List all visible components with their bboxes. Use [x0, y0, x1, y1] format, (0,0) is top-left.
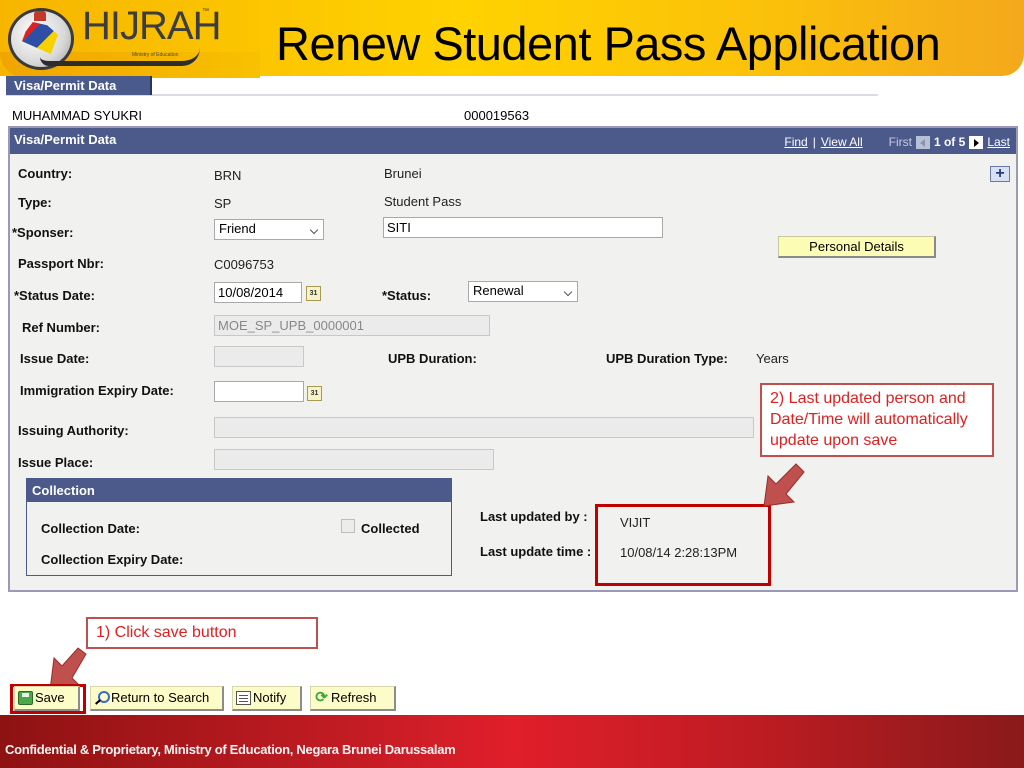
- status-select[interactable]: Renewal: [468, 281, 578, 302]
- row-navigation: Find | View All First 1 of 5 Last: [784, 135, 1010, 149]
- save-icon: [18, 691, 33, 705]
- sponser-name-input[interactable]: [383, 217, 663, 238]
- collection-expiry-label: Collection Expiry Date:: [41, 552, 184, 567]
- issuing-authority-input: [214, 417, 754, 438]
- row-count: 1 of 5: [933, 135, 966, 149]
- type-name: Student Pass: [384, 194, 462, 209]
- nav-separator: |: [812, 135, 816, 149]
- header-banner: HIJRAH ™ Ministry of Education Renew Stu…: [0, 0, 1024, 78]
- chevron-down-icon: [563, 287, 573, 297]
- issue-date-label: Issue Date:: [20, 351, 90, 366]
- annotation-arrow-2-icon: [763, 463, 805, 507]
- country-code: BRN: [214, 168, 242, 183]
- type-label: Type:: [18, 195, 52, 210]
- chevron-down-icon: [309, 225, 319, 235]
- immigration-expiry-label: Immigration Expiry Date:: [20, 383, 174, 398]
- calendar-icon[interactable]: 31: [307, 386, 322, 401]
- hijrah-logo: HIJRAH ™ Ministry of Education: [4, 2, 221, 74]
- sponser-selected: Friend: [219, 221, 256, 236]
- logo-trademark: ™: [202, 8, 209, 15]
- country-label: Country:: [18, 166, 73, 181]
- issue-place-input: [214, 449, 494, 470]
- type-code: SP: [214, 196, 232, 211]
- audit-highlight-box: [595, 504, 771, 586]
- previous-arrow-icon[interactable]: [915, 135, 930, 149]
- collected-checkbox[interactable]: [341, 519, 355, 533]
- issuing-authority-label: Issuing Authority:: [18, 423, 129, 438]
- ref-number-label: Ref Number:: [22, 320, 101, 335]
- logo-text: HIJRAH: [82, 4, 221, 48]
- find-link[interactable]: Find: [784, 135, 807, 149]
- sponser-label: *Sponser:: [12, 225, 74, 240]
- visa-permit-panel: Visa/Permit Data Find | View All First 1…: [8, 126, 1018, 592]
- last-updated-by-label: Last updated by :: [480, 509, 588, 524]
- panel-header: Visa/Permit Data Find | View All First 1…: [10, 128, 1016, 154]
- tab-strip: Visa/Permit Data: [6, 76, 878, 96]
- first-label: First: [888, 135, 912, 149]
- collection-group: Collection Collection Date: Collected Co…: [26, 478, 452, 576]
- crest-icon: [34, 11, 46, 21]
- passport-value: C0096753: [214, 257, 274, 272]
- personal-details-button[interactable]: Personal Details: [778, 236, 936, 258]
- footer-bar: Confidential & Proprietary, Ministry of …: [0, 715, 1024, 768]
- last-link[interactable]: Last: [987, 135, 1010, 149]
- return-to-search-button[interactable]: Return to Search: [90, 686, 224, 711]
- annotation-note-2: 2) Last updated person and Date/Time wil…: [760, 383, 994, 457]
- passport-label: Passport Nbr:: [18, 256, 104, 271]
- status-label: *Status:: [382, 288, 432, 303]
- view-all-link[interactable]: View All: [821, 135, 863, 149]
- status-date-label: *Status Date:: [14, 288, 95, 303]
- ref-number-input: [214, 315, 490, 336]
- upb-duration-type-label: UPB Duration Type:: [606, 351, 728, 366]
- calendar-icon[interactable]: 31: [306, 286, 321, 301]
- add-row-button[interactable]: +: [990, 166, 1010, 182]
- refresh-icon: ⟳: [315, 689, 328, 706]
- status-selected: Renewal: [473, 283, 524, 298]
- annotation-note-1: 1) Click save button: [86, 617, 318, 649]
- notify-label: Notify: [253, 690, 287, 705]
- collection-header: Collection: [27, 479, 451, 502]
- refresh-label: Refresh: [331, 690, 377, 705]
- upb-duration-type-value: Years: [756, 351, 789, 366]
- panel-title: Visa/Permit Data: [14, 132, 117, 147]
- next-arrow-icon[interactable]: [969, 135, 984, 149]
- footer-text: Confidential & Proprietary, Ministry of …: [5, 742, 456, 757]
- save-label: Save: [35, 690, 65, 705]
- save-button[interactable]: Save: [14, 686, 80, 711]
- status-date-input[interactable]: [214, 282, 302, 303]
- notify-button[interactable]: Notify: [232, 686, 302, 711]
- employee-name: MUHAMMAD SYUKRI: [12, 108, 143, 123]
- collected-label: Collected: [361, 521, 420, 536]
- last-update-time-label: Last update time :: [480, 544, 592, 559]
- sponser-select[interactable]: Friend: [214, 219, 324, 240]
- upb-duration-label: UPB Duration:: [388, 351, 477, 366]
- employee-id: 000019563: [464, 108, 530, 123]
- logo-subtitle: Ministry of Education: [132, 52, 179, 58]
- issue-date-input: [214, 346, 304, 367]
- collection-date-label: Collection Date:: [41, 521, 140, 536]
- notify-icon: [236, 691, 251, 705]
- issue-place-label: Issue Place:: [18, 455, 94, 470]
- country-name: Brunei: [384, 166, 422, 181]
- refresh-button[interactable]: ⟳ Refresh: [310, 686, 396, 711]
- immigration-expiry-input[interactable]: [214, 381, 304, 402]
- tab-visa-permit-data[interactable]: Visa/Permit Data: [6, 76, 152, 95]
- page-title: Renew Student Pass Application: [276, 17, 941, 70]
- return-to-search-label: Return to Search: [111, 690, 210, 705]
- search-icon: [94, 691, 110, 705]
